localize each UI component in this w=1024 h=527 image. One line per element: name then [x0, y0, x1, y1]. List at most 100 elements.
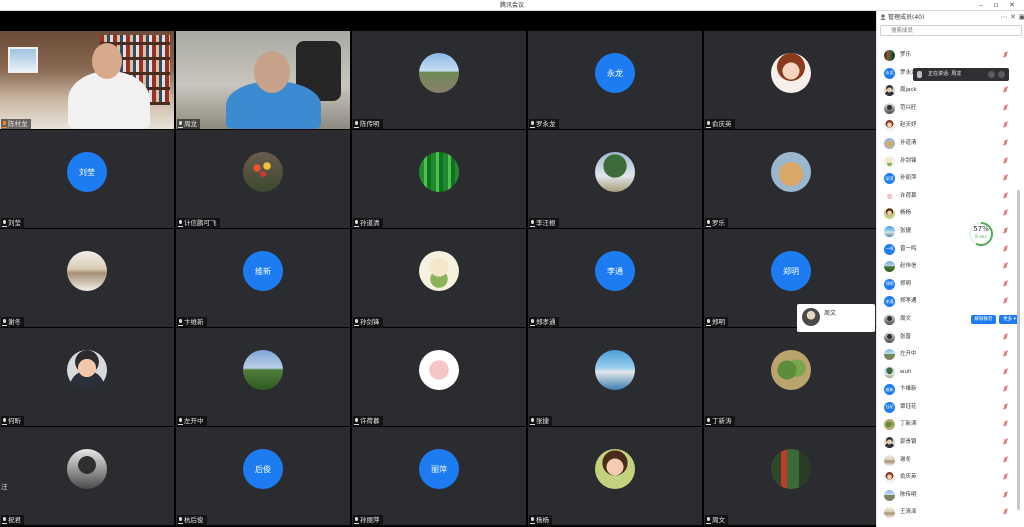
member-row[interactable]: 周文 解除静音 更多 ▾	[877, 311, 1024, 329]
video-tile[interactable]: 周龙	[176, 31, 350, 129]
video-tile[interactable]: 孙剑锋	[352, 229, 526, 327]
member-row[interactable]: 丽萍 孙丽萍	[877, 170, 1024, 188]
muted-mic-icon[interactable]	[1003, 139, 1008, 147]
muted-mic-icon[interactable]	[1003, 192, 1008, 200]
participant-avatar-image	[243, 152, 283, 193]
member-row[interactable]: 赵天妤	[877, 117, 1024, 135]
participant-nameplate: 丁新涛	[705, 416, 735, 426]
video-tile[interactable]: 丁新涛	[704, 328, 878, 426]
member-row[interactable]: 许荷慕	[877, 188, 1024, 206]
tooltip-action-icon[interactable]	[988, 71, 995, 78]
muted-mic-icon[interactable]	[1003, 227, 1008, 235]
muted-mic-icon[interactable]	[1003, 403, 1008, 411]
muted-mic-icon[interactable]	[1003, 104, 1008, 112]
member-row[interactable]: wuh	[877, 364, 1024, 382]
muted-mic-icon[interactable]	[1003, 509, 1008, 516]
video-tile[interactable]: 许荷慕	[352, 328, 526, 426]
video-tile[interactable]: 谢冬	[0, 229, 174, 327]
member-row[interactable]: 周jack	[877, 82, 1024, 100]
muted-mic-icon[interactable]	[1003, 421, 1008, 428]
video-tile[interactable]: 周文	[704, 427, 878, 525]
member-row[interactable]: 范兴旺	[877, 100, 1024, 118]
member-row[interactable]: 赵伟信	[877, 258, 1024, 276]
member-row[interactable]: 孙剑锋	[877, 153, 1024, 171]
member-row[interactable]: 孙道清	[877, 135, 1024, 153]
video-tile[interactable]: 杨杨	[528, 427, 702, 525]
muted-mic-icon[interactable]	[1003, 52, 1008, 59]
muted-mic-icon[interactable]	[1003, 439, 1008, 446]
video-tile[interactable]: 永龙 罗永龙	[528, 31, 702, 129]
member-row[interactable]: 孝通 郑孝通	[877, 293, 1024, 311]
muted-mic-icon[interactable]	[1003, 87, 1008, 94]
unmute-button[interactable]: 解除静音	[971, 314, 996, 324]
microphone-icon	[354, 418, 359, 425]
member-search-input[interactable]	[880, 25, 1022, 36]
video-tile[interactable]: 张捷	[528, 328, 702, 426]
video-tile[interactable]: 计信鹏可飞	[176, 130, 350, 228]
member-row[interactable]: 王清泽	[877, 504, 1024, 522]
participant-name: 罗乐	[712, 219, 725, 227]
muted-mic-icon[interactable]	[1003, 456, 1008, 464]
video-tile[interactable]: 何昕	[0, 328, 174, 426]
participant-body	[68, 71, 150, 129]
maximize-icon[interactable]: ▫	[990, 0, 1002, 11]
panel-popout-icon[interactable]: ▣	[1017, 11, 1024, 24]
member-row[interactable]: 俞庆英	[877, 469, 1024, 487]
member-row[interactable]: 钰花 覃钰花	[877, 399, 1024, 417]
participant-nameplate: 张捷	[529, 416, 552, 426]
participant-nameplate: 卞维新	[177, 317, 207, 327]
member-row[interactable]: 谢冬	[877, 452, 1024, 470]
muted-mic-icon[interactable]	[1003, 245, 1008, 253]
video-tile[interactable]: 俞庆英	[704, 31, 878, 129]
muted-mic-icon[interactable]	[1003, 122, 1008, 129]
muted-mic-icon[interactable]	[1003, 280, 1008, 288]
muted-mic-icon[interactable]	[1003, 368, 1008, 376]
muted-mic-icon[interactable]	[1003, 175, 1008, 182]
tooltip-back-icon[interactable]	[998, 71, 1005, 78]
muted-mic-icon[interactable]	[1003, 210, 1008, 217]
member-row[interactable]: 郑明 郑明	[877, 276, 1024, 294]
muted-mic-icon[interactable]	[1003, 491, 1008, 499]
member-name: 张晋	[900, 333, 912, 340]
video-tile[interactable]: 罗乐	[704, 130, 878, 228]
member-row[interactable]: 罗乐	[877, 47, 1024, 65]
video-tile[interactable]: 汪祝君	[0, 427, 174, 525]
muted-mic-icon[interactable]	[1003, 333, 1008, 341]
participant-avatar-image	[771, 152, 811, 193]
member-row[interactable]: 张晋	[877, 329, 1024, 347]
member-row[interactable]: 维新 卞维新	[877, 381, 1024, 399]
video-tile[interactable]: 李通 郑孝通	[528, 229, 702, 327]
member-name: 周文	[900, 315, 912, 322]
member-row[interactable]: 郭贵银	[877, 434, 1024, 452]
muted-mic-icon[interactable]	[1003, 263, 1008, 270]
participant-avatar: 郑明	[771, 251, 811, 292]
member-name: wuh	[900, 368, 912, 375]
floating-video-card[interactable]: 周文	[797, 304, 875, 332]
member-row[interactable]: 陈传明	[877, 487, 1024, 505]
video-tile[interactable]: 孙道清	[352, 130, 526, 228]
video-tile[interactable]: 左开中	[176, 328, 350, 426]
muted-mic-icon[interactable]	[1003, 157, 1008, 165]
member-list-scrollbar[interactable]	[1017, 190, 1020, 510]
participant-name: 杭后俊	[184, 516, 204, 524]
member-list: 罗乐 永龙 罗永龙 周jack 范兴旺 赵天妤 孙道清 孙剑锋 丽萍 孙丽萍 许荷慕 杨杨 张捷 一鸣 曾一…	[877, 47, 1024, 522]
muted-mic-icon[interactable]	[1003, 474, 1008, 481]
video-tile[interactable]: 李汪根	[528, 130, 702, 228]
member-row[interactable]: 一鸣 曾一鸣	[877, 241, 1024, 259]
member-row[interactable]: 丁新涛	[877, 416, 1024, 434]
video-tile[interactable]: 陈传明	[352, 31, 526, 129]
video-tile[interactable]: 刘莹 刘莹	[0, 130, 174, 228]
member-row[interactable]: 左开中	[877, 346, 1024, 364]
muted-mic-icon[interactable]	[1003, 351, 1008, 358]
video-tile[interactable]: 后俊 杭后俊	[176, 427, 350, 525]
member-name: 左开中	[900, 351, 917, 358]
video-tile[interactable]: 维新 卞维新	[176, 229, 350, 327]
video-tile[interactable]: 丽萍 孙丽萍	[352, 427, 526, 525]
member-row[interactable]: 张捷	[877, 223, 1024, 241]
muted-mic-icon[interactable]	[1003, 386, 1008, 393]
close-icon[interactable]: ✕	[1006, 0, 1018, 11]
video-tile[interactable]: 陈村龙	[0, 31, 174, 129]
minimize-icon[interactable]: –	[975, 0, 987, 11]
member-row[interactable]: 杨杨	[877, 205, 1024, 223]
muted-mic-icon[interactable]	[1003, 298, 1008, 305]
